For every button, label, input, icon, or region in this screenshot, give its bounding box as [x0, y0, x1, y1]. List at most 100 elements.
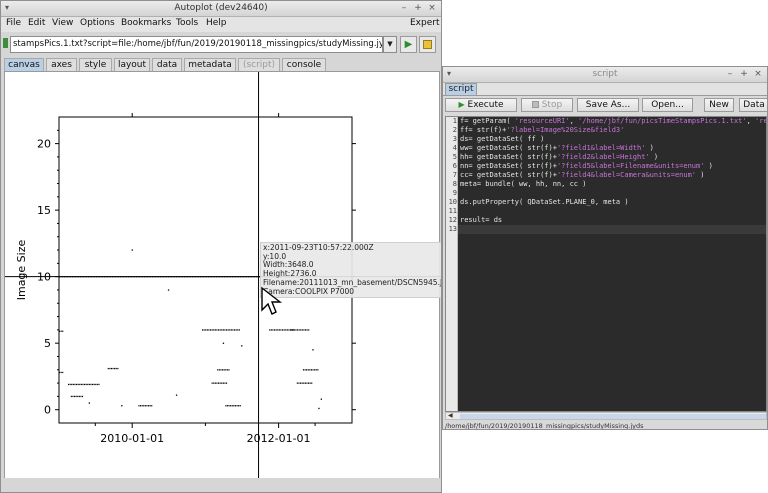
scroll-left-icon[interactable]: ◀	[448, 412, 453, 419]
menu-bookmarks[interactable]: Bookmarks	[121, 18, 171, 28]
new-button[interactable]: New	[704, 98, 734, 112]
close-icon[interactable]: ×	[427, 3, 437, 13]
data-point	[298, 329, 300, 331]
plot-canvas[interactable]: 0 5 10 15 20 2010-01-01 2012-01-01 Image Size x…	[4, 71, 441, 480]
line-number-gutter: 1 2 3 4 5 6 7 8 9 10 11 12 13	[446, 117, 458, 411]
data-point	[220, 369, 222, 371]
data-point	[131, 249, 133, 251]
tab-canvas[interactable]: canvas	[4, 58, 44, 71]
script-editor[interactable]: 1 2 3 4 5 6 7 8 9 10 11 12 13 f= getParam( 'resource…	[445, 116, 767, 412]
data-point	[77, 395, 79, 398]
menu-tools[interactable]: Tools	[176, 18, 198, 28]
data-point	[60, 371, 62, 374]
uri-history-dropdown[interactable]: ▼	[383, 36, 397, 53]
data-point	[70, 395, 72, 398]
execute-button[interactable]: ▶ Execute	[445, 98, 517, 112]
tab-axes[interactable]: axes	[46, 58, 77, 71]
data-point	[308, 329, 310, 331]
tab-metadata[interactable]: metadata	[184, 58, 236, 71]
tab-layout[interactable]: layout	[114, 58, 150, 71]
tab-data[interactable]: data	[152, 58, 182, 71]
data-point	[312, 349, 314, 351]
code-line: ds= getDataSet( ff )	[460, 135, 545, 143]
data-point	[285, 329, 287, 331]
data-point	[225, 405, 227, 407]
menu-edit[interactable]: Edit	[28, 18, 45, 28]
data-point	[280, 329, 282, 331]
maximize-icon[interactable]: +	[739, 69, 749, 79]
data-point	[228, 369, 230, 371]
line-number: 5	[452, 153, 457, 161]
tab-style[interactable]: style	[79, 58, 112, 71]
data-point	[230, 329, 232, 331]
horizontal-scrollbar[interactable]: ◀	[445, 412, 767, 420]
minimize-icon[interactable]: –	[399, 3, 409, 13]
minimize-icon[interactable]: –	[725, 69, 735, 79]
data-point	[93, 383, 95, 386]
data-point	[213, 329, 215, 331]
stop-button[interactable]: Stop	[521, 98, 573, 112]
data-point	[141, 405, 143, 407]
data-point	[222, 382, 224, 384]
data-point	[71, 383, 73, 386]
menu-view[interactable]: View	[52, 18, 73, 28]
data-point	[175, 394, 178, 396]
data-point	[228, 405, 230, 407]
data-point	[202, 329, 204, 331]
data-point	[302, 369, 304, 371]
tab-script[interactable]: (script)	[238, 58, 280, 71]
save-as-button[interactable]: Save As...	[577, 98, 639, 112]
data-point	[74, 383, 76, 386]
menu-help[interactable]: Help	[206, 18, 227, 28]
autoplot-titlebar[interactable]: ▾ Autoplot (dev24640) – + ×	[1, 1, 441, 17]
close-icon[interactable]: ×	[753, 69, 763, 79]
menu-file[interactable]: File	[6, 18, 21, 28]
data-point	[68, 383, 70, 386]
expert-mode-label[interactable]: Expert	[410, 18, 440, 28]
address-bar: stampsPics.1.txt?script=file:/home/jbf/f…	[3, 36, 441, 54]
data-point	[69, 383, 71, 386]
data-point	[274, 329, 276, 331]
data-point	[272, 329, 274, 331]
data-button[interactable]: Data	[739, 98, 767, 112]
data-point	[231, 405, 233, 407]
data-point	[80, 395, 82, 398]
script-titlebar[interactable]: ▾ script – + ×	[443, 67, 767, 83]
data-point	[315, 369, 317, 371]
data-point	[283, 329, 285, 331]
data-point	[233, 405, 235, 407]
scrollbar-thumb[interactable]	[460, 414, 766, 419]
data-point	[295, 329, 297, 331]
maximize-icon[interactable]: +	[413, 3, 423, 13]
bookmark-button[interactable]	[419, 36, 436, 53]
data-point	[318, 407, 320, 410]
y-tick-label: 0	[44, 404, 51, 417]
data-point	[87, 383, 89, 386]
data-point	[213, 382, 215, 384]
uri-field[interactable]: stampsPics.1.txt?script=file:/home/jbf/f…	[10, 36, 383, 53]
data-point	[288, 329, 290, 331]
data-point	[76, 383, 78, 386]
data-point	[82, 383, 84, 386]
data-point	[138, 405, 140, 407]
data-source-icon	[3, 38, 8, 48]
data-point	[146, 405, 148, 407]
data-point	[216, 382, 218, 384]
data-point	[84, 383, 86, 386]
tab-console[interactable]: console	[282, 58, 326, 71]
data-point	[219, 382, 221, 384]
open-button[interactable]: Open...	[642, 98, 693, 112]
line-number: 6	[452, 162, 457, 170]
mouse-pointer-icon	[261, 286, 283, 315]
data-point	[203, 329, 205, 331]
data-point	[237, 329, 239, 331]
data-point	[301, 382, 303, 384]
go-button[interactable]: ▶	[400, 36, 417, 53]
tab-script-panel[interactable]: script	[445, 83, 477, 95]
data-point	[90, 383, 92, 386]
autoplot-window: ▾ Autoplot (dev24640) – + × File Edit Vi…	[0, 0, 442, 493]
data-point	[88, 383, 90, 386]
menu-options[interactable]: Options	[80, 18, 115, 28]
data-point	[218, 369, 220, 371]
data-point	[275, 329, 277, 331]
